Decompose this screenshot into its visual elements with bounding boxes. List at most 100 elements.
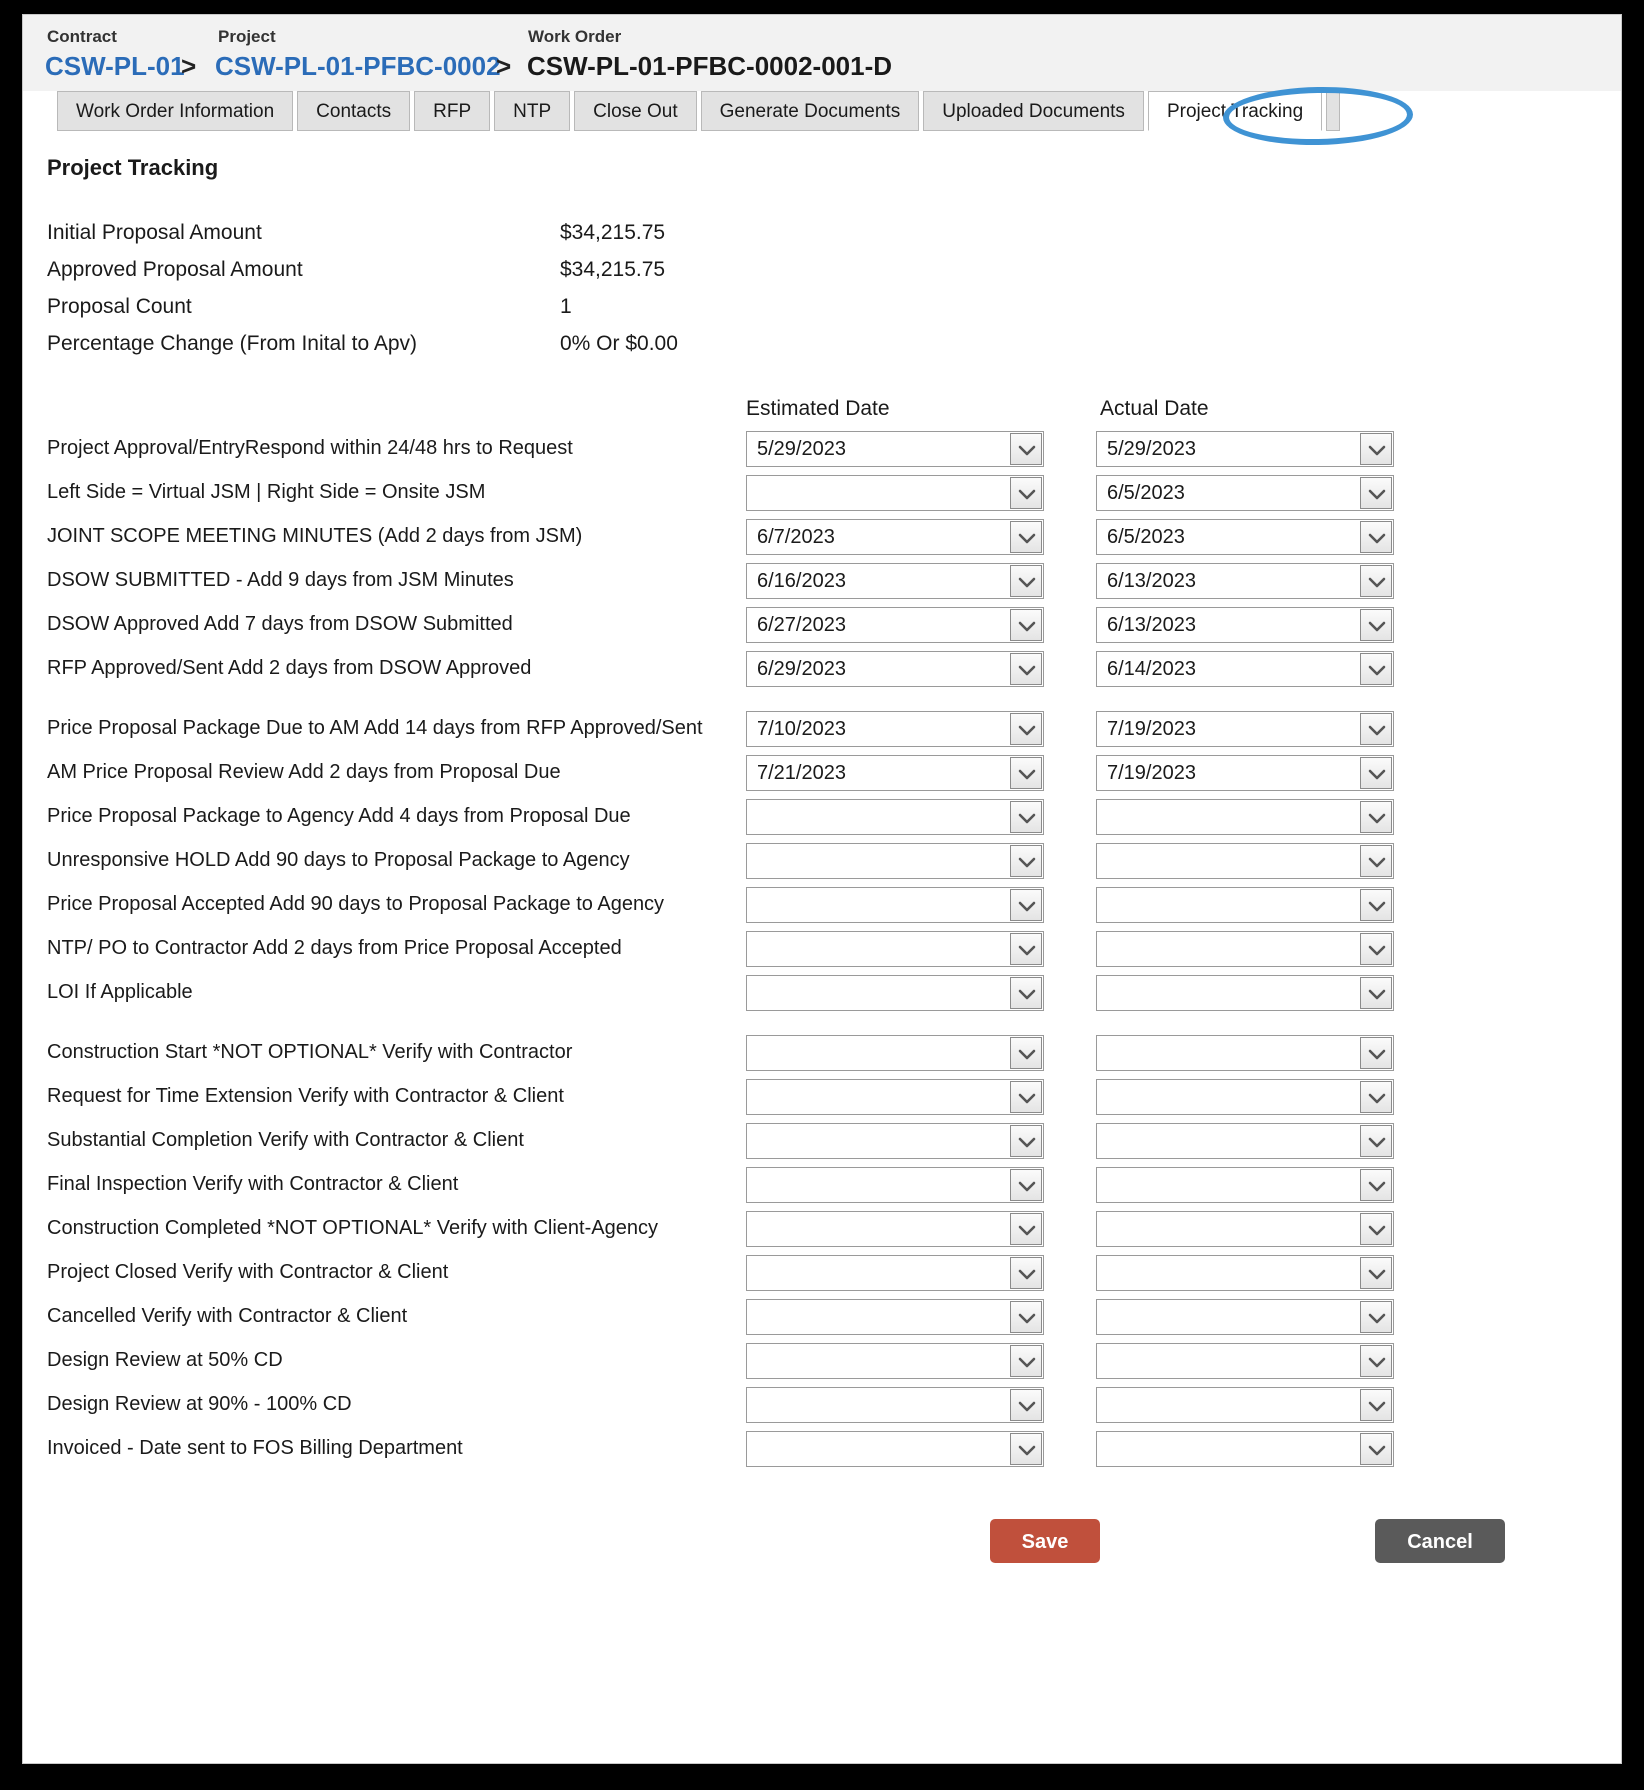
actual-date-field[interactable]: 7/19/2023 bbox=[1096, 755, 1394, 791]
estimated-date-field[interactable]: 6/16/2023 bbox=[746, 563, 1044, 599]
cancel-button[interactable]: Cancel bbox=[1375, 1519, 1505, 1563]
actual-date-field[interactable] bbox=[1096, 1431, 1394, 1467]
estimated-date-dropdown-button[interactable] bbox=[1010, 889, 1042, 921]
actual-date-dropdown-button[interactable] bbox=[1360, 653, 1392, 685]
actual-date-dropdown-button[interactable] bbox=[1360, 1169, 1392, 1201]
estimated-date-field[interactable] bbox=[746, 1167, 1044, 1203]
estimated-date-field[interactable] bbox=[746, 843, 1044, 879]
estimated-date-field[interactable]: 7/10/2023 bbox=[746, 711, 1044, 747]
actual-date-field[interactable]: 6/5/2023 bbox=[1096, 475, 1394, 511]
actual-date-field[interactable] bbox=[1096, 931, 1394, 967]
tab-ntp[interactable]: NTP bbox=[494, 91, 571, 131]
actual-date-field[interactable] bbox=[1096, 975, 1394, 1011]
estimated-date-dropdown-button[interactable] bbox=[1010, 1169, 1042, 1201]
estimated-date-field[interactable]: 6/27/2023 bbox=[746, 607, 1044, 643]
actual-date-field[interactable] bbox=[1096, 1123, 1394, 1159]
estimated-date-dropdown-button[interactable] bbox=[1010, 1213, 1042, 1245]
actual-date-dropdown-button[interactable] bbox=[1360, 1433, 1392, 1465]
actual-date-dropdown-button[interactable] bbox=[1360, 845, 1392, 877]
estimated-date-field[interactable] bbox=[746, 975, 1044, 1011]
estimated-date-field[interactable] bbox=[746, 1431, 1044, 1467]
estimated-date-dropdown-button[interactable] bbox=[1010, 1125, 1042, 1157]
tab-project-tracking[interactable]: Project Tracking bbox=[1147, 91, 1323, 131]
actual-date-field[interactable] bbox=[1096, 1079, 1394, 1115]
estimated-date-field[interactable] bbox=[746, 475, 1044, 511]
actual-date-field[interactable]: 6/5/2023 bbox=[1096, 519, 1394, 555]
actual-date-field[interactable]: 6/13/2023 bbox=[1096, 607, 1394, 643]
actual-date-dropdown-button[interactable] bbox=[1360, 933, 1392, 965]
actual-date-dropdown-button[interactable] bbox=[1360, 1125, 1392, 1157]
estimated-date-dropdown-button[interactable] bbox=[1010, 977, 1042, 1009]
breadcrumb-contract-link[interactable]: CSW-PL-01 bbox=[45, 51, 185, 82]
estimated-date-field[interactable] bbox=[746, 931, 1044, 967]
estimated-date-field[interactable] bbox=[746, 1211, 1044, 1247]
tab-generate-documents[interactable]: Generate Documents bbox=[700, 91, 920, 131]
estimated-date-dropdown-button[interactable] bbox=[1010, 521, 1042, 553]
actual-date-dropdown-button[interactable] bbox=[1360, 889, 1392, 921]
actual-date-dropdown-button[interactable] bbox=[1360, 1389, 1392, 1421]
estimated-date-dropdown-button[interactable] bbox=[1010, 477, 1042, 509]
actual-date-field[interactable]: 6/14/2023 bbox=[1096, 651, 1394, 687]
estimated-date-field[interactable]: 6/29/2023 bbox=[746, 651, 1044, 687]
actual-date-field[interactable]: 5/29/2023 bbox=[1096, 431, 1394, 467]
estimated-date-dropdown-button[interactable] bbox=[1010, 713, 1042, 745]
estimated-date-dropdown-button[interactable] bbox=[1010, 1257, 1042, 1289]
actual-date-dropdown-button[interactable] bbox=[1360, 1213, 1392, 1245]
actual-date-field[interactable] bbox=[1096, 1343, 1394, 1379]
actual-date-field[interactable] bbox=[1096, 1299, 1394, 1335]
estimated-date-dropdown-button[interactable] bbox=[1010, 1301, 1042, 1333]
actual-date-dropdown-button[interactable] bbox=[1360, 477, 1392, 509]
estimated-date-dropdown-button[interactable] bbox=[1010, 933, 1042, 965]
estimated-date-dropdown-button[interactable] bbox=[1010, 565, 1042, 597]
breadcrumb-project-link[interactable]: CSW-PL-01-PFBC-0002 bbox=[215, 51, 501, 82]
estimated-date-field[interactable]: 6/7/2023 bbox=[746, 519, 1044, 555]
actual-date-field[interactable] bbox=[1096, 1387, 1394, 1423]
actual-date-dropdown-button[interactable] bbox=[1360, 757, 1392, 789]
actual-date-dropdown-button[interactable] bbox=[1360, 1301, 1392, 1333]
actual-date-dropdown-button[interactable] bbox=[1360, 1037, 1392, 1069]
tab-rfp[interactable]: RFP bbox=[414, 91, 491, 131]
estimated-date-field[interactable] bbox=[746, 1123, 1044, 1159]
estimated-date-field[interactable]: 7/21/2023 bbox=[746, 755, 1044, 791]
estimated-date-dropdown-button[interactable] bbox=[1010, 433, 1042, 465]
actual-date-dropdown-button[interactable] bbox=[1360, 609, 1392, 641]
actual-date-field[interactable]: 7/19/2023 bbox=[1096, 711, 1394, 747]
actual-date-field[interactable] bbox=[1096, 1211, 1394, 1247]
save-button[interactable]: Save bbox=[990, 1519, 1100, 1563]
actual-date-dropdown-button[interactable] bbox=[1360, 1257, 1392, 1289]
estimated-date-dropdown-button[interactable] bbox=[1010, 801, 1042, 833]
estimated-date-dropdown-button[interactable] bbox=[1010, 653, 1042, 685]
tab-work-order-information[interactable]: Work Order Information bbox=[57, 91, 294, 131]
estimated-date-dropdown-button[interactable] bbox=[1010, 845, 1042, 877]
estimated-date-dropdown-button[interactable] bbox=[1010, 1037, 1042, 1069]
actual-date-field[interactable] bbox=[1096, 799, 1394, 835]
estimated-date-field[interactable] bbox=[746, 887, 1044, 923]
estimated-date-dropdown-button[interactable] bbox=[1010, 1433, 1042, 1465]
estimated-date-field[interactable]: 5/29/2023 bbox=[746, 431, 1044, 467]
actual-date-dropdown-button[interactable] bbox=[1360, 521, 1392, 553]
tab-contacts[interactable]: Contacts bbox=[297, 91, 411, 131]
estimated-date-dropdown-button[interactable] bbox=[1010, 757, 1042, 789]
actual-date-field[interactable] bbox=[1096, 887, 1394, 923]
actual-date-dropdown-button[interactable] bbox=[1360, 801, 1392, 833]
estimated-date-field[interactable] bbox=[746, 1079, 1044, 1115]
actual-date-dropdown-button[interactable] bbox=[1360, 565, 1392, 597]
actual-date-dropdown-button[interactable] bbox=[1360, 713, 1392, 745]
estimated-date-dropdown-button[interactable] bbox=[1010, 609, 1042, 641]
actual-date-dropdown-button[interactable] bbox=[1360, 1345, 1392, 1377]
actual-date-dropdown-button[interactable] bbox=[1360, 433, 1392, 465]
actual-date-field[interactable] bbox=[1096, 1035, 1394, 1071]
estimated-date-dropdown-button[interactable] bbox=[1010, 1081, 1042, 1113]
actual-date-field[interactable]: 6/13/2023 bbox=[1096, 563, 1394, 599]
estimated-date-field[interactable] bbox=[746, 799, 1044, 835]
tab-uploaded-documents[interactable]: Uploaded Documents bbox=[923, 91, 1144, 131]
tab-overflow-sliver[interactable] bbox=[1326, 91, 1341, 131]
tab-close-out[interactable]: Close Out bbox=[574, 91, 697, 131]
estimated-date-field[interactable] bbox=[746, 1387, 1044, 1423]
estimated-date-field[interactable] bbox=[746, 1255, 1044, 1291]
estimated-date-field[interactable] bbox=[746, 1343, 1044, 1379]
actual-date-dropdown-button[interactable] bbox=[1360, 1081, 1392, 1113]
estimated-date-dropdown-button[interactable] bbox=[1010, 1389, 1042, 1421]
actual-date-field[interactable] bbox=[1096, 843, 1394, 879]
actual-date-field[interactable] bbox=[1096, 1167, 1394, 1203]
